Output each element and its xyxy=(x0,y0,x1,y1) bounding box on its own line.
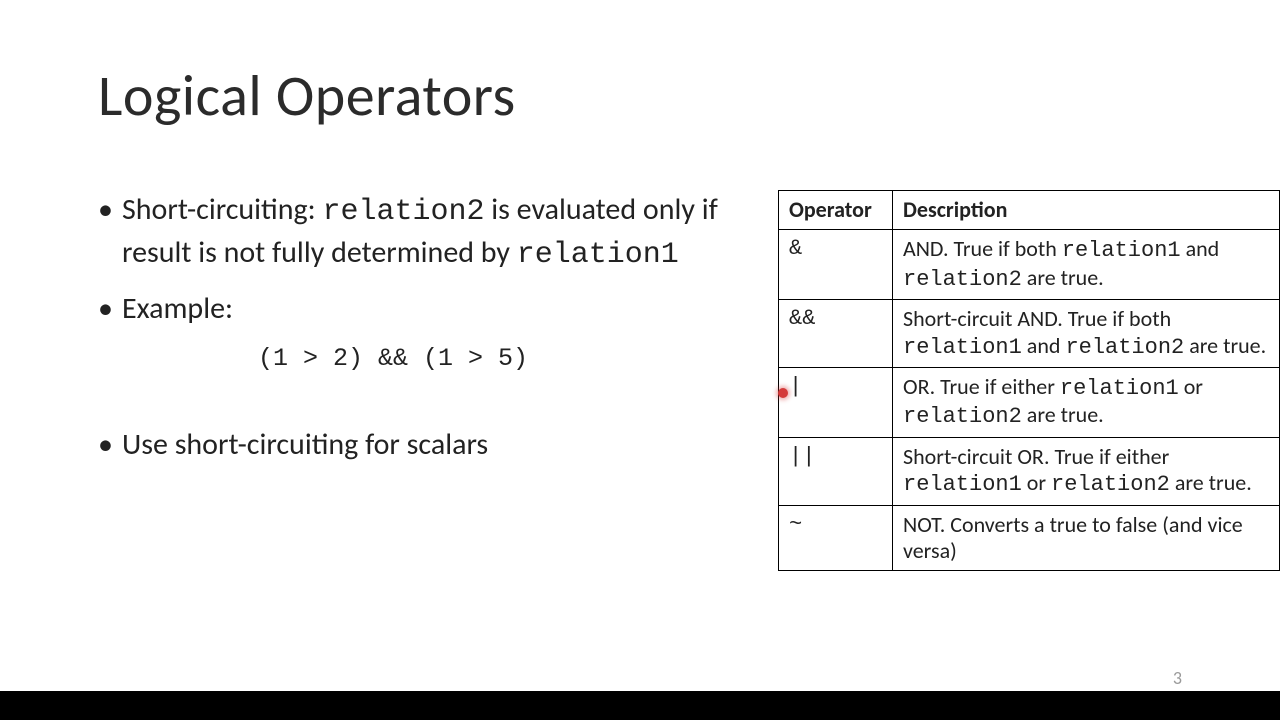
bullet-list: Use short-circuiting for scalars xyxy=(98,425,738,466)
op-cell: && xyxy=(779,300,893,368)
table-row: && Short-circuit AND. True if both relat… xyxy=(779,300,1280,368)
bullet-list: Short-circuiting: relation2 is evaluated… xyxy=(98,190,738,330)
bullet-example-label: Example: xyxy=(98,289,738,330)
table-header-row: Operator Description xyxy=(779,191,1280,230)
header-description: Description xyxy=(893,191,1280,230)
slide: Logical Operators Short-circuiting: rela… xyxy=(0,0,1280,691)
desc-cell: Short-circuit AND. True if both relation… xyxy=(893,300,1280,368)
table-row: ~ NOT. Converts a true to false (and vic… xyxy=(779,505,1280,571)
code-text: relation1 xyxy=(517,238,679,272)
bullet-use-scalars: Use short-circuiting for scalars xyxy=(98,425,738,466)
example-code: (1 > 2) && (1 > 5) xyxy=(258,344,738,373)
op-cell: & xyxy=(779,230,893,300)
slide-body: Short-circuiting: relation2 is evaluated… xyxy=(98,190,738,479)
bullet-short-circuiting: Short-circuiting: relation2 is evaluated… xyxy=(98,190,738,275)
desc-cell: AND. True if both relation1 and relation… xyxy=(893,230,1280,300)
code-text: relation2 xyxy=(322,195,484,229)
slide-title: Logical Operators xyxy=(98,60,516,131)
text: Example: xyxy=(122,290,233,327)
text: Short-circuiting: xyxy=(122,191,322,228)
page-number: 3 xyxy=(1173,667,1182,689)
table-row: | OR. True if either relation1 or relati… xyxy=(779,367,1280,437)
table-row: & AND. True if both relation1 and relati… xyxy=(779,230,1280,300)
operator-table-wrap: Operator Description & AND. True if both… xyxy=(778,190,1280,571)
laser-pointer-icon xyxy=(778,388,788,398)
op-cell: || xyxy=(779,437,893,505)
op-cell: ~ xyxy=(779,505,893,571)
text: Use short-circuiting for scalars xyxy=(122,426,488,463)
table-row: || Short-circuit OR. True if either rela… xyxy=(779,437,1280,505)
desc-cell: OR. True if either relation1 or relation… xyxy=(893,367,1280,437)
desc-cell: NOT. Converts a true to false (and vice … xyxy=(893,505,1280,571)
op-cell: | xyxy=(779,367,893,437)
desc-cell: Short-circuit OR. True if either relatio… xyxy=(893,437,1280,505)
header-operator: Operator xyxy=(779,191,893,230)
operator-table: Operator Description & AND. True if both… xyxy=(778,190,1280,571)
